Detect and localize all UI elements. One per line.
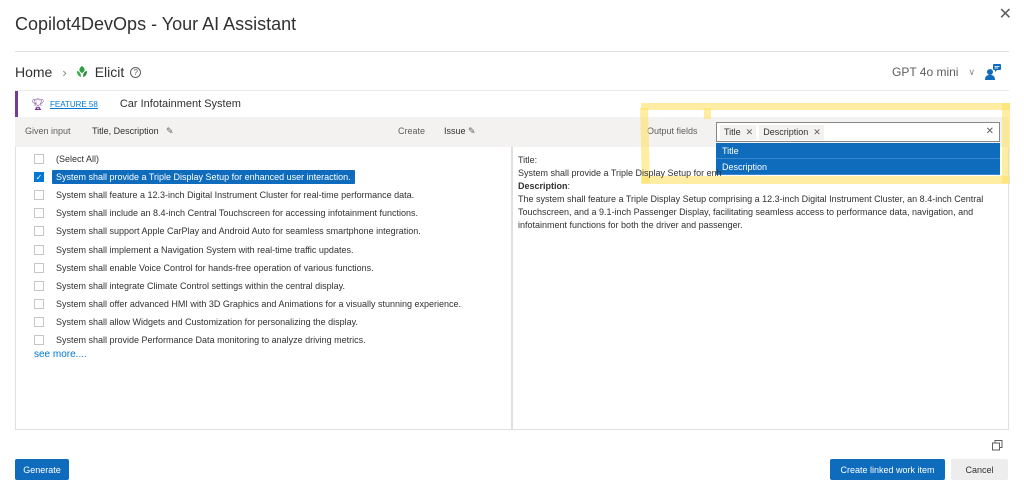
list-item-label: System shall enable Voice Control for ha…	[56, 262, 374, 273]
list-item-label: System shall provide a Triple Display Se…	[52, 170, 355, 185]
list-item-label: System shall feature a 12.3-inch Digital…	[56, 190, 415, 201]
list-item[interactable]: System shall offer advanced HMI with 3D …	[34, 295, 504, 313]
list-item[interactable]: System shall feature a 12.3-inch Digital…	[34, 186, 504, 204]
select-all-label: (Select All)	[56, 154, 100, 165]
list-item-label: System shall provide Performance Data mo…	[56, 334, 366, 345]
list-item-label: System shall include an 8.4-inch Central…	[56, 208, 419, 219]
list-item[interactable]: System shall implement a Navigation Syst…	[34, 240, 504, 258]
highlight-annotation	[641, 103, 1010, 110]
feature-title: Car Infotainment System	[119, 98, 241, 110]
app-title: Copilot4DevOps - Your AI Assistant	[15, 14, 297, 34]
feature-link[interactable]: FEATURE 58	[50, 100, 98, 109]
list-item-label: System shall integrate Climate Control s…	[56, 280, 345, 291]
help-icon[interactable]: ?	[130, 66, 142, 78]
trophy-icon: 🏆︎	[31, 98, 45, 111]
edit-given-input-icon[interactable]: ✎	[166, 126, 174, 137]
copy-icon[interactable]	[992, 440, 1003, 451]
list-item[interactable]: System shall integrate Climate Control s…	[34, 277, 504, 295]
list-item[interactable]: ✓ System shall provide a Triple Display …	[34, 168, 504, 186]
user-chat-icon[interactable]	[984, 62, 1002, 80]
checkbox[interactable]	[34, 226, 44, 237]
create-label: Create	[398, 126, 426, 136]
model-selector-value: GPT 4o mini	[892, 65, 959, 79]
detail-title-label: Title	[518, 155, 535, 165]
list-item[interactable]: System shall provide Performance Data mo…	[34, 331, 504, 349]
remove-chip-icon[interactable]: ✕	[746, 127, 754, 138]
list-item-label: System shall offer advanced HMI with 3D …	[56, 298, 462, 309]
checkbox[interactable]	[34, 190, 44, 201]
close-icon[interactable]: ✕	[999, 4, 1012, 24]
select-all-row[interactable]: (Select All)	[34, 150, 504, 168]
given-input-label: Given input	[25, 126, 71, 136]
list-item[interactable]: System shall enable Voice Control for ha…	[34, 259, 504, 277]
select-all-checkbox[interactable]	[34, 154, 44, 165]
breadcrumb-current: Elicit	[94, 64, 125, 80]
list-item[interactable]: System shall include an 8.4-inch Central…	[34, 204, 504, 222]
requirements-list: (Select All) ✓ System shall provide a Tr…	[34, 150, 504, 349]
output-chip-description: Description ✕	[759, 124, 824, 140]
cancel-button[interactable]: Cancel	[951, 459, 1008, 480]
checkbox[interactable]	[34, 262, 44, 273]
checkbox[interactable]	[34, 298, 44, 309]
list-item[interactable]: System shall allow Widgets and Customiza…	[34, 313, 504, 331]
list-item-label: System shall support Apple CarPlay and A…	[56, 226, 421, 237]
chip-label: Title	[724, 127, 741, 137]
output-fields-input[interactable]: Title ✕ Description ✕ ✕	[716, 122, 1000, 142]
checkbox[interactable]	[34, 280, 44, 291]
create-value: Issue	[444, 126, 466, 136]
detail-description-value: The system shall feature a Triple Displa…	[518, 194, 984, 230]
generate-button[interactable]: Generate	[15, 459, 69, 480]
given-input-value: Title, Description	[92, 126, 159, 136]
output-chip-title: Title ✕	[720, 124, 757, 140]
checkbox[interactable]: ✓	[34, 172, 44, 183]
detail-title-value: System shall provide a Triple Display Se…	[518, 168, 722, 178]
breadcrumb-home[interactable]: Home	[15, 64, 52, 80]
create-linked-work-item-button[interactable]: Create linked work item	[830, 459, 945, 480]
clear-icon[interactable]: ✕	[986, 126, 994, 137]
list-item[interactable]: System shall support Apple CarPlay and A…	[34, 222, 504, 240]
divider	[15, 51, 1009, 52]
checkbox[interactable]	[34, 244, 44, 255]
chevron-down-icon: ∨	[968, 66, 976, 77]
chip-label: Description	[763, 127, 809, 137]
highlight-annotation	[704, 108, 711, 119]
checkbox[interactable]	[34, 316, 44, 327]
checkbox[interactable]	[34, 208, 44, 219]
feature-accent-bar	[15, 91, 18, 117]
chevron-right-icon: ›	[62, 64, 67, 80]
see-more-link[interactable]: see more....	[34, 349, 87, 360]
remove-chip-icon[interactable]: ✕	[813, 127, 821, 138]
output-fields-label: Output fields	[647, 126, 698, 136]
breadcrumb: Home › Elicit ?	[15, 64, 142, 80]
checkbox[interactable]	[34, 334, 44, 345]
edit-create-icon[interactable]: ✎	[468, 126, 476, 137]
elicit-leaf-icon	[76, 66, 87, 77]
list-item-label: System shall implement a Navigation Syst…	[56, 244, 354, 255]
model-selector[interactable]: GPT 4o mini ∨	[892, 65, 975, 79]
detail-content: Title: System shall provide a Triple Dis…	[518, 154, 988, 232]
list-item-label: System shall allow Widgets and Customiza…	[56, 316, 358, 327]
detail-description-label: Description	[518, 181, 568, 191]
